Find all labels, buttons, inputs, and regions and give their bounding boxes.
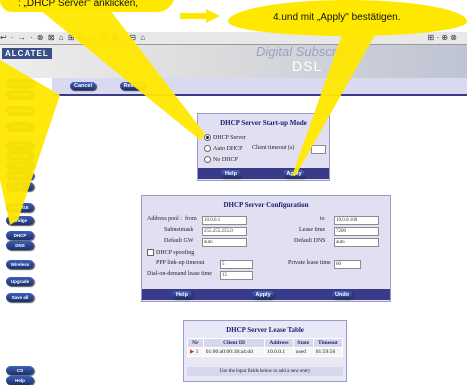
radio-no-dhcp[interactable]: [204, 156, 211, 163]
lease-table-footer: Use the input fields below to add a new …: [187, 367, 343, 376]
sidebar-item-ip[interactable]: IP: [6, 182, 34, 191]
dhcp-spoofing-label: DHCP spoofing: [156, 249, 195, 256]
default-dns-input[interactable]: auto: [334, 238, 379, 247]
lease-table-header: Nr Client ID Address State Timeout: [187, 338, 344, 348]
lease-table-panel: DHCP Server Lease Table Nr Client ID Add…: [183, 320, 347, 382]
column-header: State: [292, 338, 314, 348]
lease-nr-cell: ▶ 1: [187, 347, 204, 357]
startup-apply-button[interactable]: Apply: [283, 170, 305, 178]
arrow-right-icon: [180, 9, 220, 23]
config-help-button[interactable]: Help: [172, 291, 192, 299]
lease-table-title: DHCP Server Lease Table: [226, 326, 304, 334]
callout-right-text: 4.und mit „Apply" bestätigen.: [273, 12, 401, 23]
column-header: Nr: [187, 338, 204, 348]
startup-button-bar: Help Apply: [198, 168, 329, 179]
cancel-button[interactable]: Cancel: [70, 82, 96, 90]
sidebar-item-cs[interactable]: CS: [6, 366, 34, 375]
lease-nr: 1: [195, 349, 199, 355]
option-auto-dhcp[interactable]: Auto DHCP: [204, 145, 243, 152]
dial-lease-input[interactable]: 15: [220, 271, 253, 280]
client-timeout-input[interactable]: [311, 145, 326, 154]
row-arrow-icon[interactable]: ▶: [190, 349, 194, 355]
ppp-timeout-input[interactable]: 5: [220, 260, 253, 269]
sidebar-item-phonebook[interactable]: Phonebook: [6, 106, 34, 115]
config-title: DHCP Server Configuration: [223, 201, 309, 209]
to-label: to: [320, 216, 325, 222]
callout-left-text: : „DHCP Server" anklicken,: [18, 0, 139, 9]
default-gw-input[interactable]: auto: [202, 238, 247, 247]
startup-mode-panel: DHCP Server Start-up Mode DHCP Server Au…: [197, 113, 330, 181]
lease-time-label: Lease time: [299, 227, 326, 233]
dhcp-spoofing-option[interactable]: DHCP spoofing: [147, 249, 194, 256]
sidebar-item-upgrade[interactable]: Upgrade: [6, 277, 34, 286]
toolbar-icons[interactable]: ↩ · → · ⊗ ⊠ ⌂ ⊞ ✉ ⊡ ⊟ ⊠ · ⊟ ⌂: [0, 33, 146, 42]
sidebar-item-routing[interactable]: Routing: [6, 151, 34, 160]
from-input[interactable]: 10.0.0.1: [202, 216, 247, 225]
address-pool-label: Address pool :: [147, 216, 182, 222]
dial-lease-label: Dial-on-demand lease time: [147, 271, 212, 277]
toolbar-right-icons[interactable]: ⊞ · ⊕ ⊗: [428, 33, 457, 42]
default-gw-label: Default GW: [164, 238, 194, 244]
column-header: Client ID: [202, 338, 266, 348]
startup-mode-title: DHCP Server Start-up Mode: [220, 119, 307, 127]
config-button-bar: Help Apply Undo: [142, 289, 390, 300]
config-apply-button[interactable]: Apply: [252, 291, 274, 299]
radio-auto-dhcp[interactable]: [204, 145, 211, 152]
sidebar-item-bridge[interactable]: Bridge: [6, 216, 34, 225]
dhcp-spoofing-checkbox[interactable]: [147, 249, 154, 256]
lease-state: used: [292, 347, 314, 357]
option-no-dhcp-label: No DHCP: [213, 156, 238, 163]
sidebar-item-ppp[interactable]: PPP: [6, 171, 34, 180]
client-timeout-label: Client timeout (s): [252, 145, 295, 151]
option-no-dhcp[interactable]: No DHCP: [204, 156, 238, 163]
startup-help-button[interactable]: Help: [221, 170, 241, 178]
to-input[interactable]: 10.0.0.100: [334, 216, 379, 225]
config-panel: DHCP Server Configuration Address pool :…: [141, 195, 391, 302]
sidebar-item-save-all[interactable]: Save all: [6, 293, 34, 302]
radio-dhcp-server[interactable]: [204, 134, 211, 141]
from-label: from: [185, 216, 197, 222]
lease-timeout: 01:59:56: [312, 347, 344, 357]
option-auto-dhcp-label: Auto DHCP: [213, 145, 243, 152]
page-header: [0, 45, 467, 78]
private-lease-input[interactable]: 60: [334, 260, 361, 269]
callout-step-left: : „DHCP Server" anklicken,: [0, 0, 175, 12]
ppp-timeout-label: PPP link-up timeout: [156, 260, 205, 266]
option-dhcp-server[interactable]: DHCP Server: [204, 134, 246, 141]
sidebar-item-system-setup[interactable]: System setup: [6, 90, 34, 99]
content-top-bar: Cancel Restart: [52, 78, 467, 96]
sidebar-item-help[interactable]: Help: [6, 376, 34, 385]
lease-time-input[interactable]: 7200: [334, 227, 379, 236]
private-lease-label: Private lease time: [288, 260, 331, 266]
column-header: Address: [264, 338, 294, 348]
header-title: Digital Subscriber: [256, 44, 358, 59]
sidebar-item-bridge-header[interactable]: BRIDGE: [6, 203, 34, 212]
config-undo-button[interactable]: Undo: [332, 291, 352, 299]
lease-table: Nr Client ID Address State Timeout ▶ 1 0…: [187, 338, 344, 357]
sidebar-item-dns[interactable]: DNS: [6, 241, 34, 250]
sidebar-item-nat[interactable]: NAT: [6, 141, 34, 150]
subnetmask-input[interactable]: 255.255.255.0: [202, 227, 247, 236]
default-dns-label: Default DNS: [294, 238, 326, 244]
brand-logo: ALCATEL: [2, 48, 52, 59]
table-row[interactable]: ▶ 1 01:00:a0:00:38:a4:dd 10.0.0.1 used 0…: [187, 347, 344, 357]
lease-address: 10.0.0.1: [264, 347, 294, 357]
option-dhcp-server-label: DHCP Server: [213, 134, 246, 141]
sidebar-item-initial-setup[interactable]: Initial Setup: [6, 79, 34, 88]
column-header: Timeout: [312, 338, 344, 348]
subnetmask-label: Subnetmask: [164, 227, 194, 233]
sidebar: Initial Setup System setup Phonebook Dia…: [0, 78, 42, 385]
restart-button[interactable]: Restart: [120, 82, 146, 90]
sidebar-item-rip[interactable]: RIP: [6, 161, 34, 170]
header-subtitle: DSL: [292, 58, 323, 74]
callout-step-4: 4.und mit „Apply" bestätigen.: [228, 0, 467, 36]
sidebar-item-dial-in[interactable]: Dial in: [6, 122, 34, 131]
sidebar-item-wireless[interactable]: Wireless: [6, 260, 34, 269]
sidebar-item-dhcp[interactable]: DHCP: [6, 231, 34, 240]
lease-client-id: 01:00:a0:00:38:a4:dd: [202, 347, 266, 357]
